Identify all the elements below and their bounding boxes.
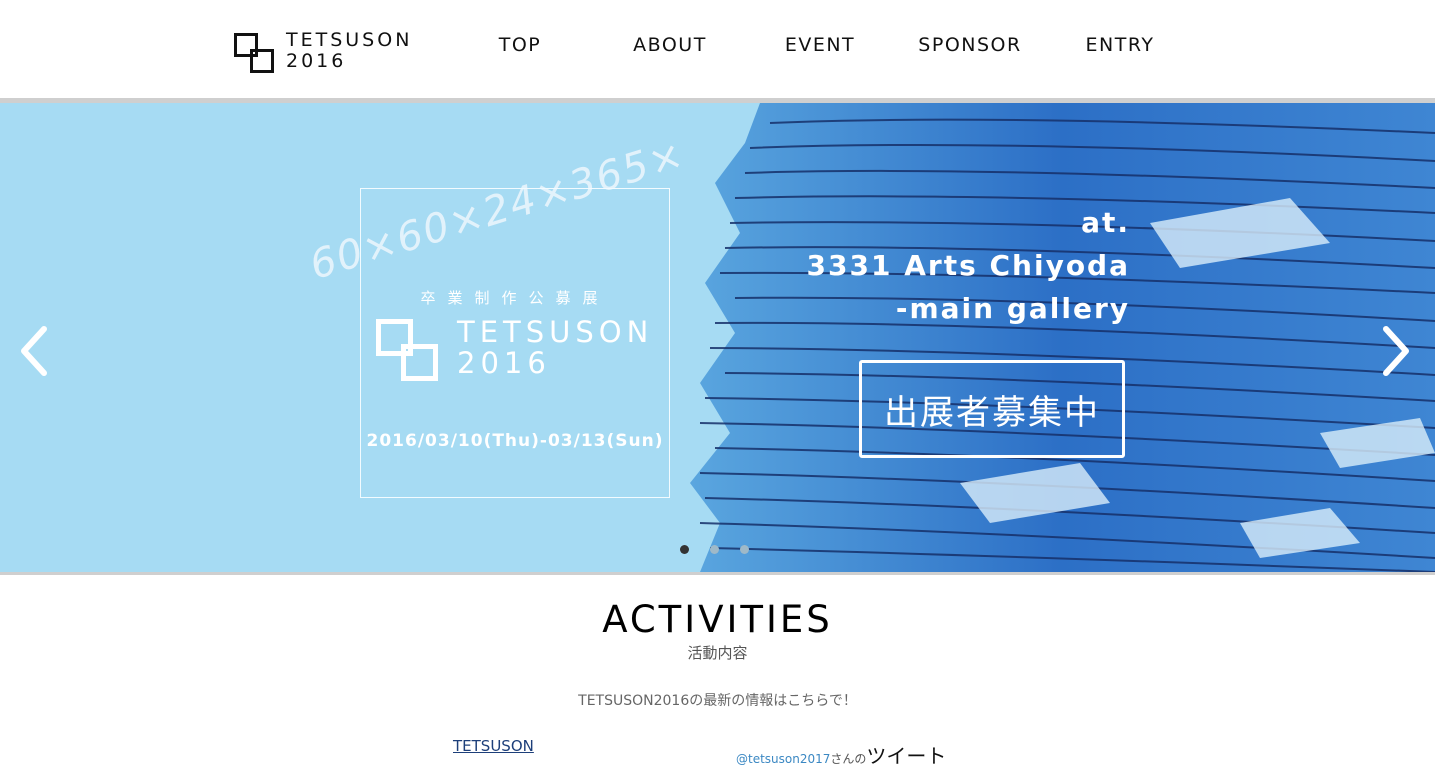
nav-entry[interactable]: ENTRY: [1050, 34, 1190, 56]
carousel-dot-2[interactable]: [710, 545, 719, 554]
activities-title: ACTIVITIES: [602, 598, 833, 641]
logo-line1: TETSUSON: [286, 29, 413, 51]
site-header: TETSUSON 2016 TOP ABOUT EVENT SPONSOR EN…: [0, 0, 1435, 98]
nav-sponsor[interactable]: SPONSOR: [900, 34, 1040, 56]
tweets-suffix: さんの: [830, 752, 867, 766]
nav-top[interactable]: TOP: [450, 34, 590, 56]
twitter-handle-link[interactable]: @tetsuson2017: [736, 752, 830, 766]
nav-about[interactable]: ABOUT: [600, 34, 740, 56]
tweets-label: ツイート: [866, 744, 947, 768]
hero-carousel: 60×60×24×365× 卒業制作公募展 TETSUSON 2016 2016…: [0, 103, 1435, 572]
logo-squares-icon: [234, 33, 274, 73]
venue-line2: 3331 Arts Chiyoda: [806, 249, 1130, 282]
activities-info: TETSUSON2016の最新の情報はこちらで！: [578, 693, 857, 709]
nav-event[interactable]: EVENT: [750, 34, 890, 56]
twitter-link[interactable]: TETSUSON: [453, 737, 534, 755]
event-info-box: 卒業制作公募展 TETSUSON 2016 2016/03/10(Thu)-03…: [360, 188, 670, 498]
paper-stack-illustration: [690, 103, 1435, 572]
logo-line2: 2016: [286, 50, 347, 72]
site-logo[interactable]: TETSUSON 2016: [234, 30, 424, 74]
event-title: TETSUSON 2016: [457, 317, 653, 379]
entry-recruit-button[interactable]: 出展者募集中: [859, 360, 1125, 458]
event-title-line2: 2016: [457, 346, 551, 380]
venue-text: at. 3331 Arts Chiyoda -main gallery: [807, 201, 1130, 330]
venue-line3: -main gallery: [895, 292, 1130, 325]
activities-subtitle: 活動内容: [687, 644, 748, 662]
tweets-heading: @tetsuson2017さんのツイート: [736, 740, 946, 769]
carousel-dot-1[interactable]: [680, 545, 689, 554]
venue-line1: at.: [1081, 206, 1130, 239]
event-title-line1: TETSUSON: [457, 315, 654, 349]
event-logo-squares-icon: [376, 319, 438, 381]
chevron-left-icon[interactable]: [14, 321, 54, 381]
hero-divider: [0, 572, 1435, 575]
carousel-dot-3[interactable]: [740, 545, 749, 554]
logo-text: TETSUSON 2016: [286, 30, 412, 72]
event-subtitle: 卒業制作公募展: [420, 289, 610, 307]
event-dates: 2016/03/10(Thu)-03/13(Sun): [366, 431, 664, 451]
chevron-right-icon[interactable]: [1376, 321, 1416, 381]
